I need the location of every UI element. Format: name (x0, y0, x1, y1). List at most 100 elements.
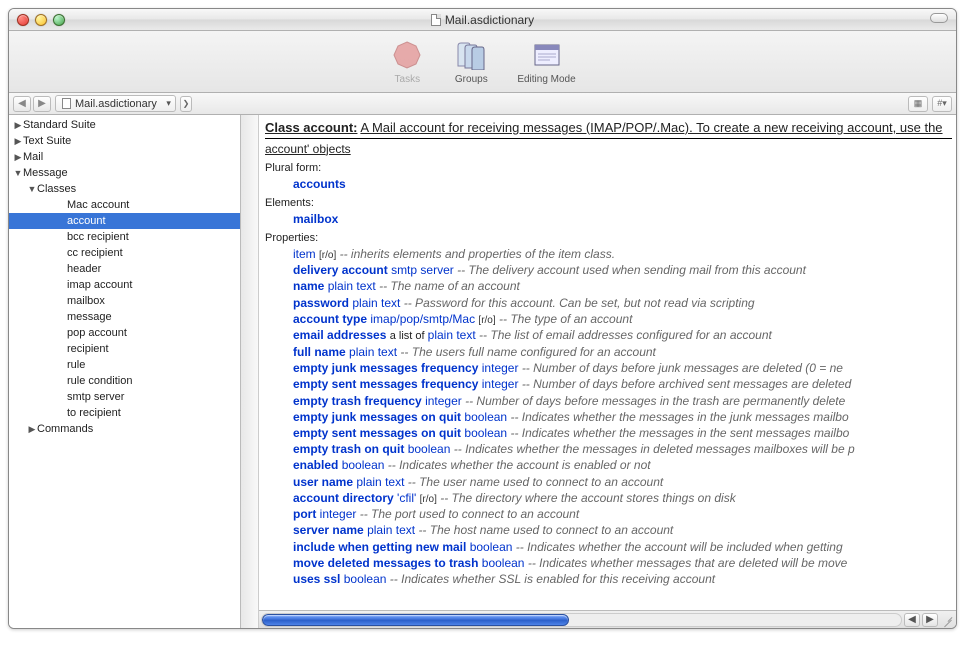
property-type: boolean (342, 458, 385, 472)
tree-row[interactable]: imap account (9, 277, 240, 293)
property-row: server name plain text -- The host name … (293, 522, 952, 538)
tree-row[interactable]: ▶Mail (9, 149, 240, 165)
tree-row[interactable]: mailbox (9, 293, 240, 309)
tree-row[interactable]: pop account (9, 325, 240, 341)
document-icon (62, 98, 71, 109)
property-name: include when getting new mail (293, 540, 466, 554)
property-name: account type (293, 312, 367, 326)
content: Class account: A Mail account for receiv… (241, 115, 956, 610)
tree-label: cc recipient (67, 247, 123, 259)
property-description: -- The users full name configured for an… (400, 345, 655, 359)
property-row: empty junk messages on quit boolean -- I… (293, 409, 952, 425)
resize-handle[interactable] (940, 613, 954, 627)
groups-icon (453, 38, 489, 72)
disclosure-triangle-icon[interactable]: ▶ (13, 136, 23, 147)
toolbar-editing-mode[interactable]: Editing Mode (517, 38, 575, 85)
scrollbar-thumb[interactable] (262, 614, 569, 626)
scroll-right-button[interactable]: ▶ (922, 613, 938, 627)
property-row: account type imap/pop/smtp/Mac [r/o] -- … (293, 311, 952, 328)
sidebar[interactable]: ▶Standard Suite▶Text Suite▶Mail▼Message▼… (9, 115, 241, 628)
horizontal-scrollbar[interactable]: ◀ ▶ (259, 610, 956, 628)
nav-forward-button[interactable]: ▶ (33, 96, 51, 112)
tree-row[interactable]: ▶Standard Suite (9, 117, 240, 133)
property-name: enabled (293, 458, 338, 472)
tree-label: smtp server (67, 391, 124, 403)
property-type: plain text (356, 475, 404, 489)
toolbar-groups[interactable]: Groups (453, 38, 489, 85)
toolbar-editing-mode-label: Editing Mode (517, 74, 575, 85)
property-name: empty junk messages frequency (293, 361, 478, 375)
disclosure-triangle-icon[interactable]: ▶ (13, 120, 23, 131)
tree-row[interactable]: bcc recipient (9, 229, 240, 245)
property-type: item (293, 247, 316, 261)
property-name: full name (293, 345, 346, 359)
view-mode-button[interactable]: ▦ (908, 96, 928, 112)
property-name: uses ssl (293, 572, 340, 586)
tree-row[interactable]: account (9, 213, 240, 229)
tree-row[interactable]: ▼Message (9, 165, 240, 181)
property-type: boolean (464, 426, 507, 440)
tree-row[interactable]: rule (9, 357, 240, 373)
tree-label: to recipient (67, 407, 121, 419)
property-row: empty sent messages frequency integer --… (293, 376, 952, 392)
breadcrumb[interactable]: Mail.asdictionary (55, 95, 176, 112)
tree-row[interactable]: Mac account (9, 197, 240, 213)
tree-row[interactable]: rule condition (9, 373, 240, 389)
scroll-left-button[interactable]: ◀ (904, 613, 920, 627)
minimize-button[interactable] (35, 14, 47, 26)
tree-label: rule (67, 359, 85, 371)
readonly-badge: [r/o] (478, 315, 495, 326)
plural-label: Plural form: (265, 161, 952, 176)
disclosure-triangle-icon[interactable]: ▶ (13, 152, 23, 163)
property-description: -- Number of days before junk messages a… (522, 361, 843, 375)
tree-label: rule condition (67, 375, 132, 387)
property-row: full name plain text -- The users full n… (293, 344, 952, 360)
path-bar: ◀ ▶ Mail.asdictionary ❯ ▦ #▾ (9, 93, 956, 115)
toolbar-toggle-pill[interactable] (930, 13, 948, 23)
property-description: -- Indicates whether SSL is enabled for … (390, 572, 715, 586)
tree-row[interactable]: ▶Text Suite (9, 133, 240, 149)
property-name: empty trash frequency (293, 394, 422, 408)
property-description: -- inherits elements and properties of t… (340, 247, 615, 261)
property-row: password plain text -- Password for this… (293, 295, 952, 311)
property-type: boolean (470, 540, 513, 554)
tree-label: bcc recipient (67, 231, 129, 243)
nav-back-button[interactable]: ◀ (13, 96, 31, 112)
scrollbar-track[interactable] (261, 613, 902, 627)
property-name: empty sent messages on quit (293, 426, 461, 440)
property-description: -- The name of an account (379, 279, 520, 293)
tree-row[interactable]: cc recipient (9, 245, 240, 261)
tree-row[interactable]: message (9, 309, 240, 325)
property-name: email addresses (293, 328, 386, 342)
property-name: server name (293, 523, 364, 537)
toolbar-tasks: Tasks (389, 38, 425, 85)
property-row: empty trash frequency integer -- Number … (293, 393, 952, 409)
window-title-text: Mail.asdictionary (445, 13, 534, 27)
property-row: email addresses a list of plain text -- … (293, 327, 952, 344)
tree-row[interactable]: header (9, 261, 240, 277)
disclosure-triangle-icon[interactable]: ▼ (27, 184, 37, 194)
tree-row[interactable]: smtp server (9, 389, 240, 405)
disclosure-triangle-icon[interactable]: ▶ (27, 424, 37, 435)
tree-label: account (67, 215, 106, 227)
disclosure-triangle-icon[interactable]: ▼ (13, 168, 23, 178)
breadcrumb-step-button[interactable]: ❯ (180, 96, 192, 112)
zoom-button[interactable] (53, 14, 65, 26)
tree-row[interactable]: ▼Classes (9, 181, 240, 197)
toolbar-tasks-label: Tasks (389, 74, 425, 85)
class-description: A Mail account for receiving messages (I… (360, 120, 942, 135)
tree-label: imap account (67, 279, 132, 291)
property-row: port integer -- The port used to connect… (293, 506, 952, 522)
sort-button[interactable]: #▾ (932, 96, 952, 112)
tree-row[interactable]: to recipient (9, 405, 240, 421)
property-type: smtp server (391, 263, 454, 277)
tree-label: Mac account (67, 199, 129, 211)
tree-row[interactable]: recipient (9, 341, 240, 357)
tree-label: Mail (23, 151, 43, 163)
titlebar: Mail.asdictionary (9, 9, 956, 31)
tree-row[interactable]: ▶Commands (9, 421, 240, 437)
close-button[interactable] (17, 14, 29, 26)
property-name: port (293, 507, 316, 521)
property-description: -- The delivery account used when sendin… (457, 263, 806, 277)
tree-label: mailbox (67, 295, 105, 307)
